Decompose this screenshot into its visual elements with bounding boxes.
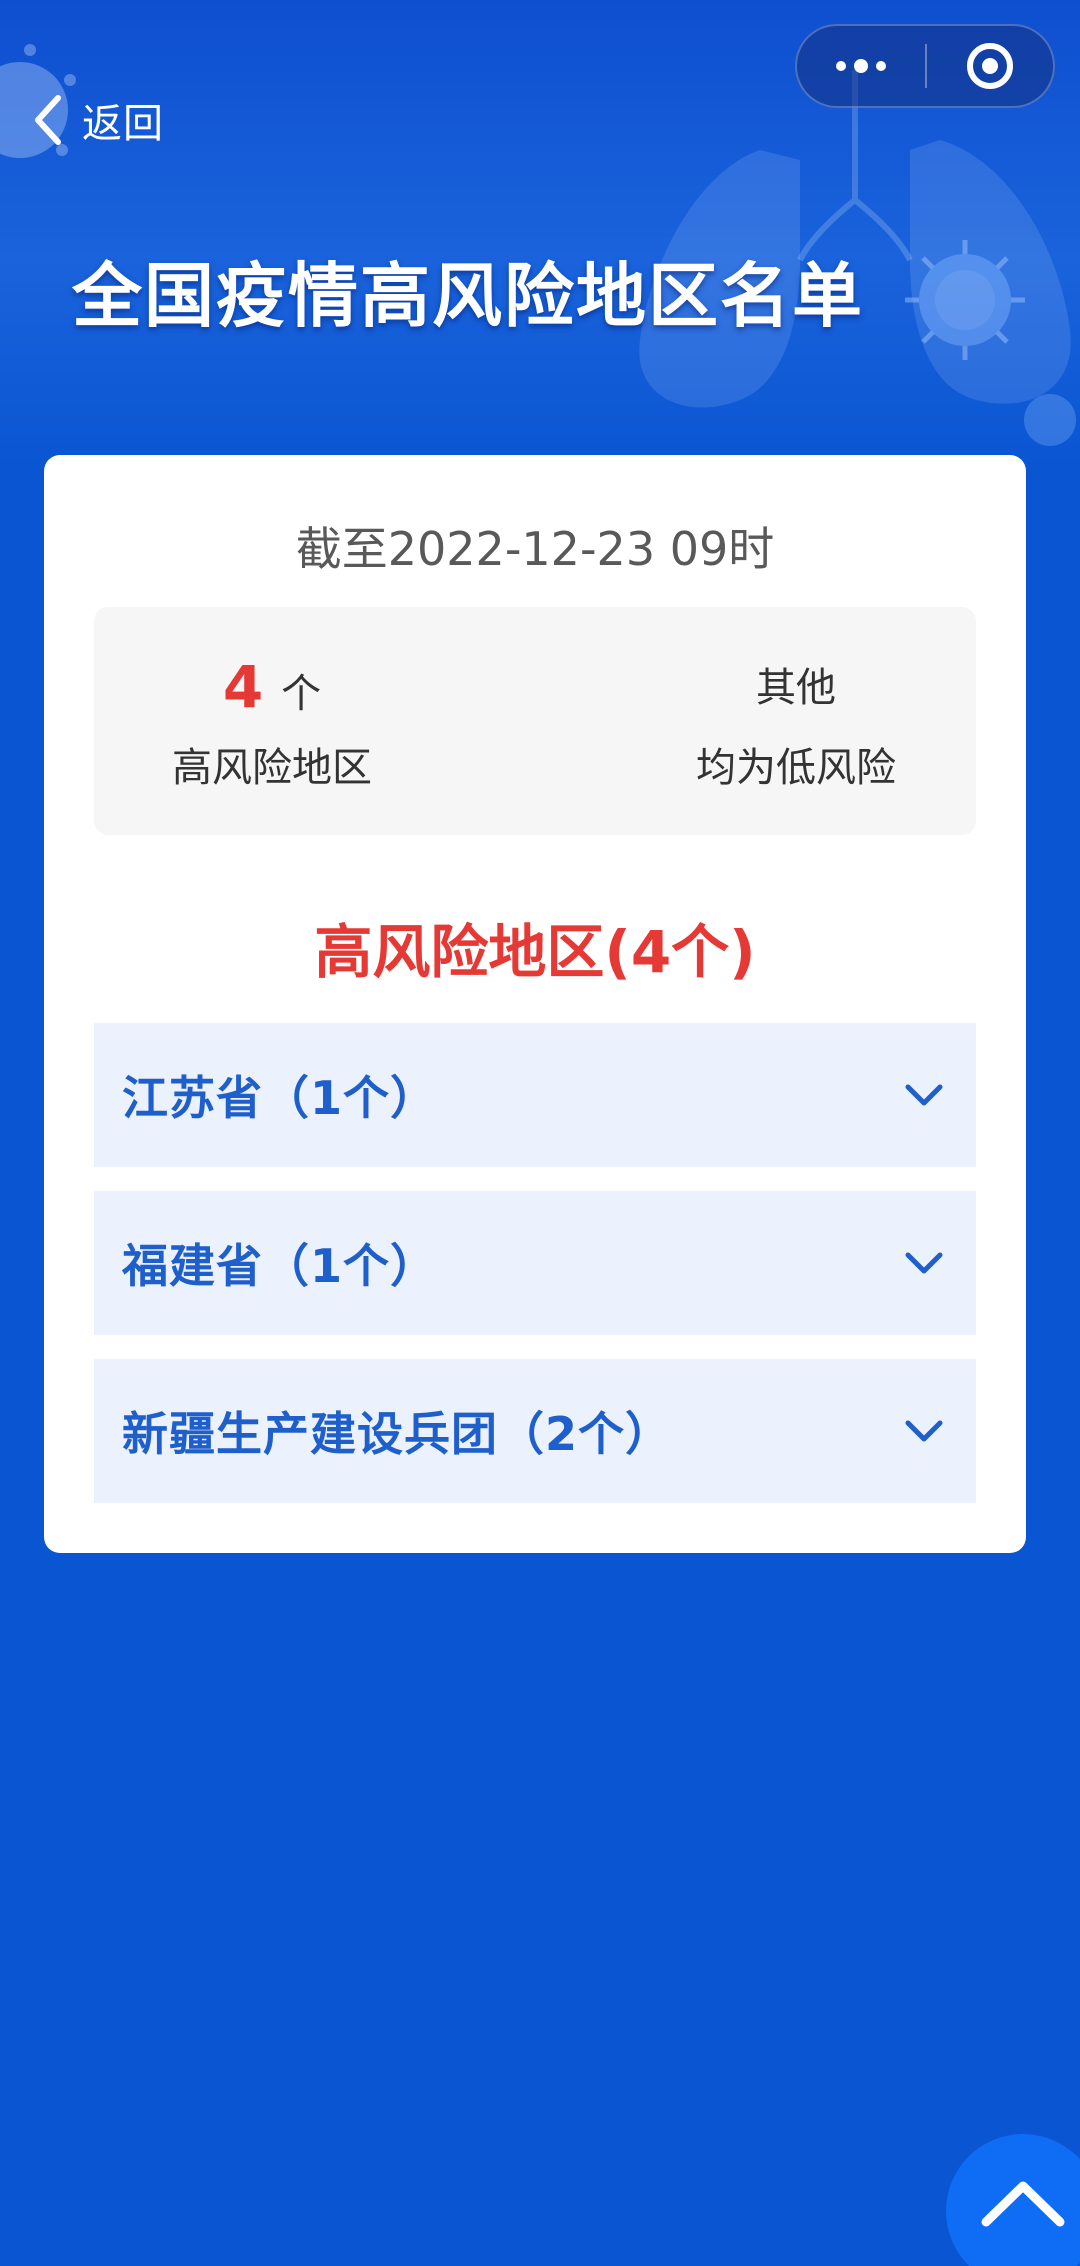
chevron-down-icon (905, 1084, 943, 1106)
region-name: 江苏省（1个） (122, 1071, 438, 1125)
count-unit: 个 (281, 671, 322, 717)
chevron-left-icon (35, 95, 61, 145)
back-label: 返回 (82, 101, 164, 147)
hero-header: 返回 全国疫情高风险地区名单 (0, 0, 1080, 470)
more-button[interactable] (797, 24, 925, 108)
chevron-down-icon (905, 1252, 943, 1274)
summary-box: 4 个 高风险地区 其他 均为低风险 (94, 607, 976, 835)
page: 返回 全国疫情高风险地区名单 截至2022-12-23 09时 4 个 高风险地… (0, 0, 1080, 2266)
more-dots-icon (836, 59, 886, 73)
other-label: 其他 (756, 665, 836, 711)
region-name: 福建省（1个） (122, 1239, 438, 1293)
target-circle-icon (966, 43, 1013, 89)
page-title: 全国疫情高风险地区名单 (72, 255, 864, 337)
scroll-top-button[interactable] (946, 2134, 1080, 2266)
high-risk-heading: 高风险地区(4个) (314, 918, 756, 986)
region-item-jiangsu[interactable]: 江苏省（1个） (94, 1023, 976, 1167)
risk-list-card: 截至2022-12-23 09时 4 个 高风险地区 其他 均为低风险 高风险地… (44, 455, 1026, 1553)
other-caption: 均为低风险 (696, 745, 896, 791)
region-item-xinjiang-corps[interactable]: 新疆生产建设兵团（2个） (94, 1359, 976, 1503)
miniprogram-capsule (795, 24, 1055, 108)
update-time: 截至2022-12-23 09时 (295, 522, 775, 576)
region-item-fujian[interactable]: 福建省（1个） (94, 1191, 976, 1335)
region-name: 新疆生产建设兵团（2个） (122, 1407, 673, 1461)
other-summary: 其他 均为低风险 (666, 653, 926, 793)
high-risk-caption: 高风险地区 (172, 745, 372, 791)
chevron-up-icon (981, 2181, 1065, 2227)
high-risk-summary: 4 个 高风险地区 (142, 653, 402, 793)
close-miniprogram-button[interactable] (927, 24, 1053, 108)
high-risk-count: 4 (222, 653, 264, 721)
chevron-down-icon (905, 1420, 943, 1442)
back-button[interactable]: 返回 (28, 80, 164, 160)
